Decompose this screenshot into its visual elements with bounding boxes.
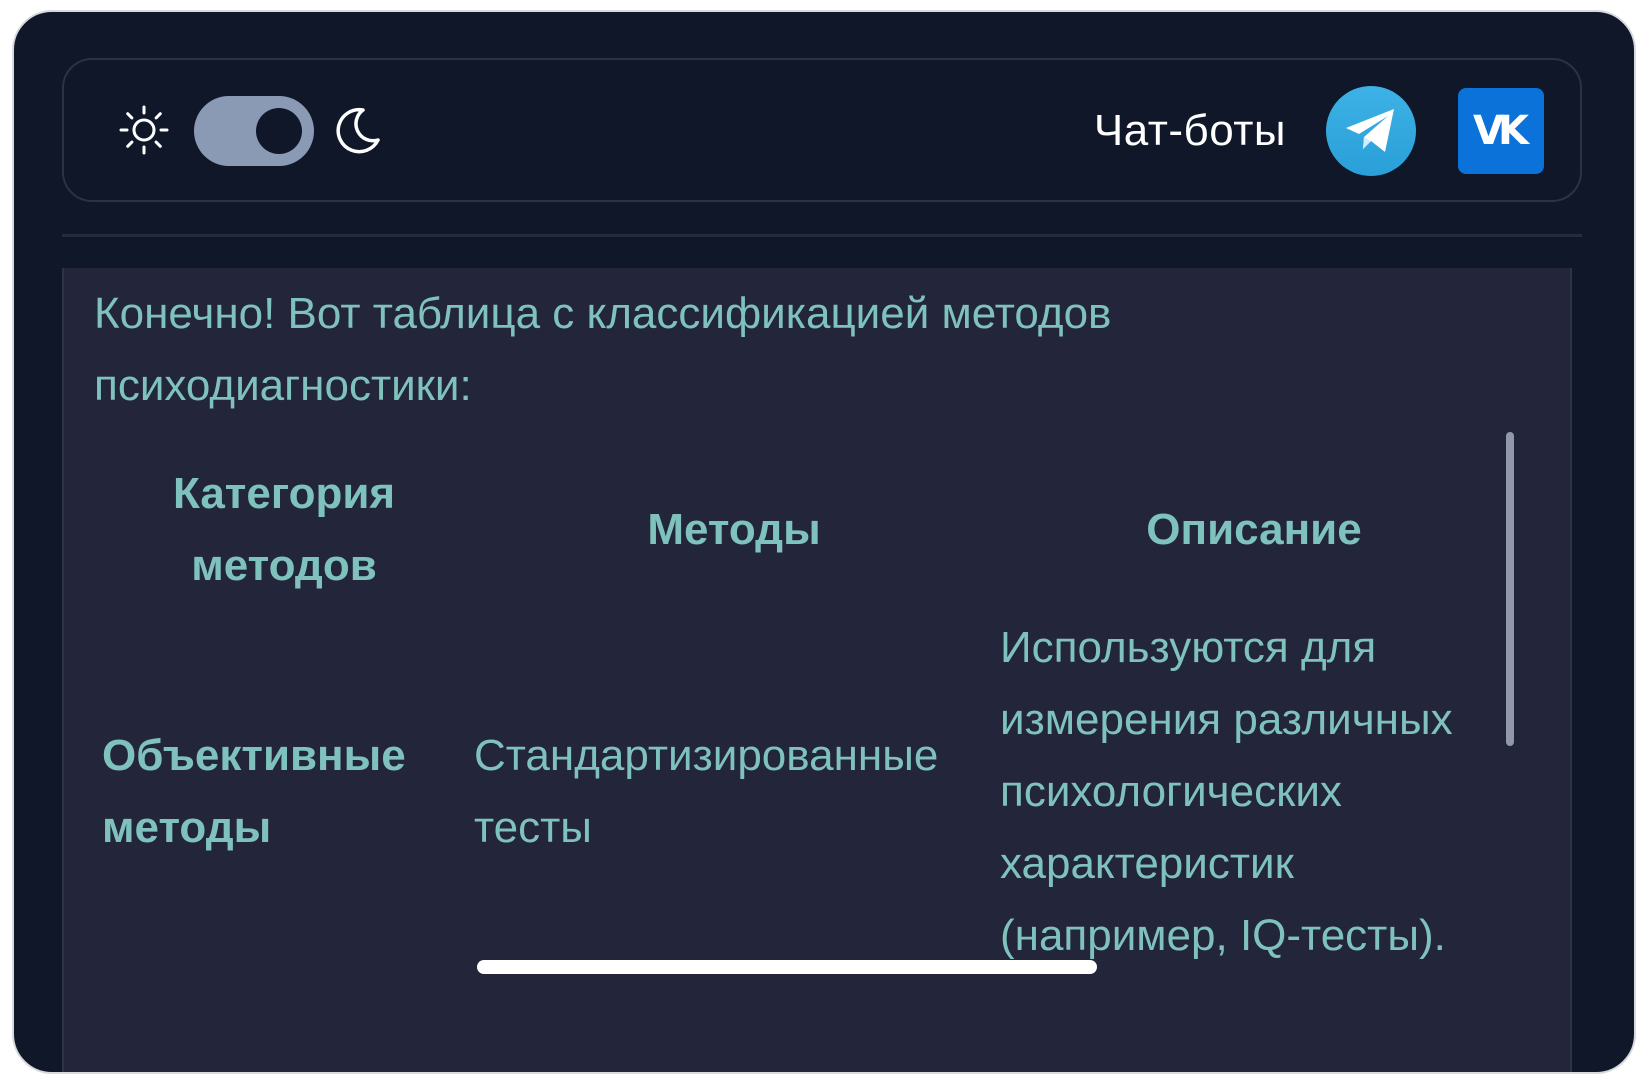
theme-toggle[interactable] (194, 96, 314, 166)
moon-icon[interactable] (330, 104, 384, 158)
table-cell-description: Используются для измерения различных пси… (1000, 623, 1453, 960)
sun-icon[interactable] (118, 104, 170, 156)
home-indicator[interactable] (477, 960, 1097, 974)
message-intro: Конечно! Вот таблица с классификацией ме… (94, 289, 1112, 410)
scrollbar[interactable] (1506, 432, 1514, 746)
vk-button[interactable]: VK (1458, 88, 1544, 174)
chat-message: Конечно! Вот таблица с классификацией ме… (62, 268, 1572, 1072)
table-header-methods: Методы (647, 505, 821, 554)
table-header-category: Категория методов (172, 469, 396, 590)
app-window: Чат-боты VK Конечно! Вот таблица с класс… (12, 10, 1636, 1074)
table-header-description: Описание (1146, 505, 1362, 554)
chatbots-label: Чат-боты (1093, 106, 1286, 155)
header-bar: Чат-боты VK (62, 58, 1582, 202)
telegram-icon (1346, 109, 1394, 152)
vk-icon: VK (1473, 108, 1529, 154)
toggle-knob (256, 108, 302, 154)
table-cell-category: Объективные методы (102, 731, 406, 852)
telegram-button[interactable] (1326, 86, 1416, 176)
header-divider (62, 234, 1582, 237)
table-cell-methods: Стандартизированные тесты (474, 731, 939, 852)
